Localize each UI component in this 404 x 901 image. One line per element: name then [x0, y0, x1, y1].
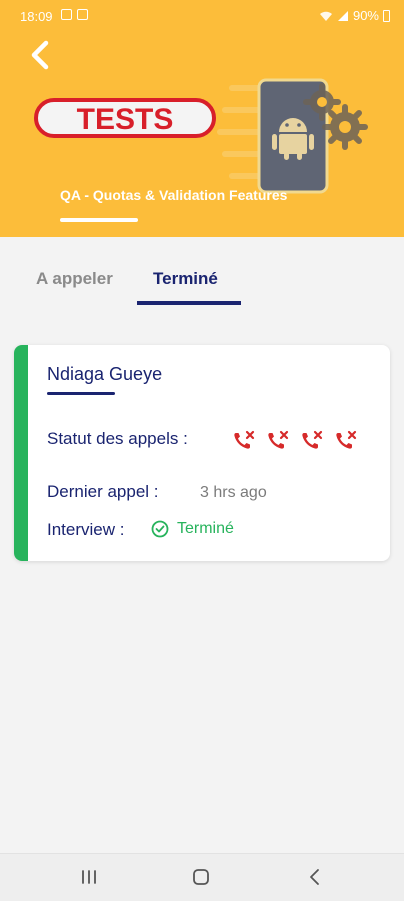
app-header: 18:09 90% TESTS QA - Quotas & Validation… [0, 0, 404, 237]
tests-banner-illustration: TESTS [34, 78, 368, 194]
interview-label: Interview : [47, 520, 125, 539]
home-icon[interactable] [192, 868, 210, 886]
page-title: QA - Quotas & Validation Features [60, 187, 288, 203]
name-underline [47, 392, 115, 395]
status-bar: 18:09 90% [0, 0, 404, 32]
last-call-value: 3 hrs ago [200, 484, 267, 501]
tab-bar: A appeler Terminé [0, 237, 404, 309]
status-time: 18:09 [20, 9, 53, 24]
status-color-bar [14, 345, 28, 561]
contact-name: Ndiaga Gueye [47, 364, 163, 384]
last-call-label: Dernier appel : [47, 482, 159, 501]
call-status-icons [232, 430, 358, 452]
battery-percent: 90% [352, 8, 379, 23]
system-nav-bar [0, 853, 404, 901]
interview-status-text: Terminé [177, 520, 234, 537]
back-icon[interactable] [306, 868, 324, 886]
gallery-notification-icon [61, 9, 72, 20]
signal-icon [337, 10, 348, 21]
app-notification-icon [77, 9, 88, 20]
missed-call-icon [232, 430, 256, 452]
battery-icon [383, 9, 390, 22]
missed-call-icon [300, 430, 324, 452]
wifi-icon [319, 11, 332, 21]
missed-call-icon [266, 430, 290, 452]
tests-banner-text: TESTS [77, 103, 174, 136]
check-circle-icon [151, 520, 169, 538]
contact-card[interactable]: Ndiaga Gueye Statut des appels : Dernier… [14, 345, 390, 561]
call-status-label: Statut des appels : [47, 429, 188, 448]
tab-a-appeler[interactable]: A appeler [36, 269, 113, 289]
title-underline [60, 218, 138, 222]
interview-status: Terminé [151, 520, 234, 538]
active-tab-indicator [137, 301, 241, 305]
missed-call-icon [334, 430, 358, 452]
recent-apps-icon[interactable] [80, 868, 98, 886]
tab-termine[interactable]: Terminé [153, 269, 218, 289]
